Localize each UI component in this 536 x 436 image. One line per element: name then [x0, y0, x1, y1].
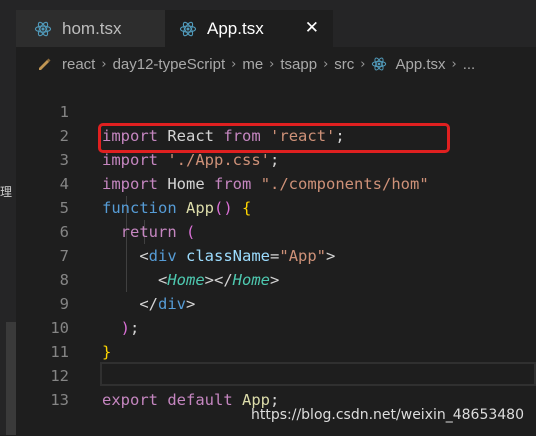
tab-bar: hom.tsx App.tsx ✕ [16, 0, 536, 47]
code-line: 11 [16, 316, 536, 361]
left-side-panel: 理 [0, 0, 16, 435]
breadcrumb-app-tsx[interactable]: App.tsx [395, 56, 445, 73]
react-icon [372, 57, 387, 71]
chevron-right-icon: › [269, 56, 275, 72]
chevron-right-icon: › [360, 56, 366, 72]
code-line: 12 export default App; [16, 340, 536, 409]
breadcrumb-ellipsis[interactable]: ... [463, 56, 476, 73]
code-line: 2 import './App.css'; [16, 100, 536, 169]
code-line: 13 [16, 364, 536, 409]
breadcrumb: react › day12-typeScript › me › tsapp › … [36, 52, 475, 76]
tab-label: App.tsx [207, 18, 264, 38]
tab-app-tsx[interactable]: App.tsx ✕ [165, 10, 333, 47]
annotation-highlight-box [98, 123, 450, 153]
code-line: 8 </div> [16, 244, 536, 313]
side-scroll-mark[interactable] [6, 322, 16, 435]
folder-pencil-icon [39, 58, 51, 70]
token-keyword: default [167, 391, 233, 409]
breadcrumb-tsapp[interactable]: tsapp [280, 56, 317, 73]
code-line: 5 return ( [16, 172, 536, 241]
watermark: https://blog.csdn.net/weixin_48653480 [250, 407, 524, 423]
code-line: 10 } [16, 292, 536, 361]
tab-hom-tsx[interactable]: hom.tsx [16, 10, 165, 47]
code-line: 7 <Home></Home> [16, 220, 536, 289]
breadcrumb-me[interactable]: me [242, 56, 263, 73]
chevron-right-icon: › [323, 56, 329, 72]
token-keyword: export [102, 391, 158, 409]
chevron-right-icon: › [451, 56, 457, 72]
code-line: 1 import React from 'react'; [16, 76, 536, 145]
breadcrumb-src[interactable]: src [334, 56, 354, 73]
code-line: 9 ); [16, 268, 536, 337]
react-icon [34, 21, 52, 36]
code-editor[interactable]: 1 import React from 'react'; 2 import '.… [16, 76, 536, 435]
chevron-right-icon: › [231, 56, 237, 72]
react-icon [179, 21, 197, 36]
close-icon[interactable]: ✕ [305, 18, 319, 38]
tab-label: hom.tsx [62, 18, 122, 38]
breadcrumb-react[interactable]: react [62, 56, 95, 73]
line-number: 13 [50, 391, 69, 409]
code-line: 6 <div className="App"> [16, 196, 536, 265]
chevron-right-icon: › [101, 56, 107, 72]
panel-glyph: 理 [0, 185, 13, 199]
breadcrumb-day12[interactable]: day12-typeScript [113, 56, 226, 73]
